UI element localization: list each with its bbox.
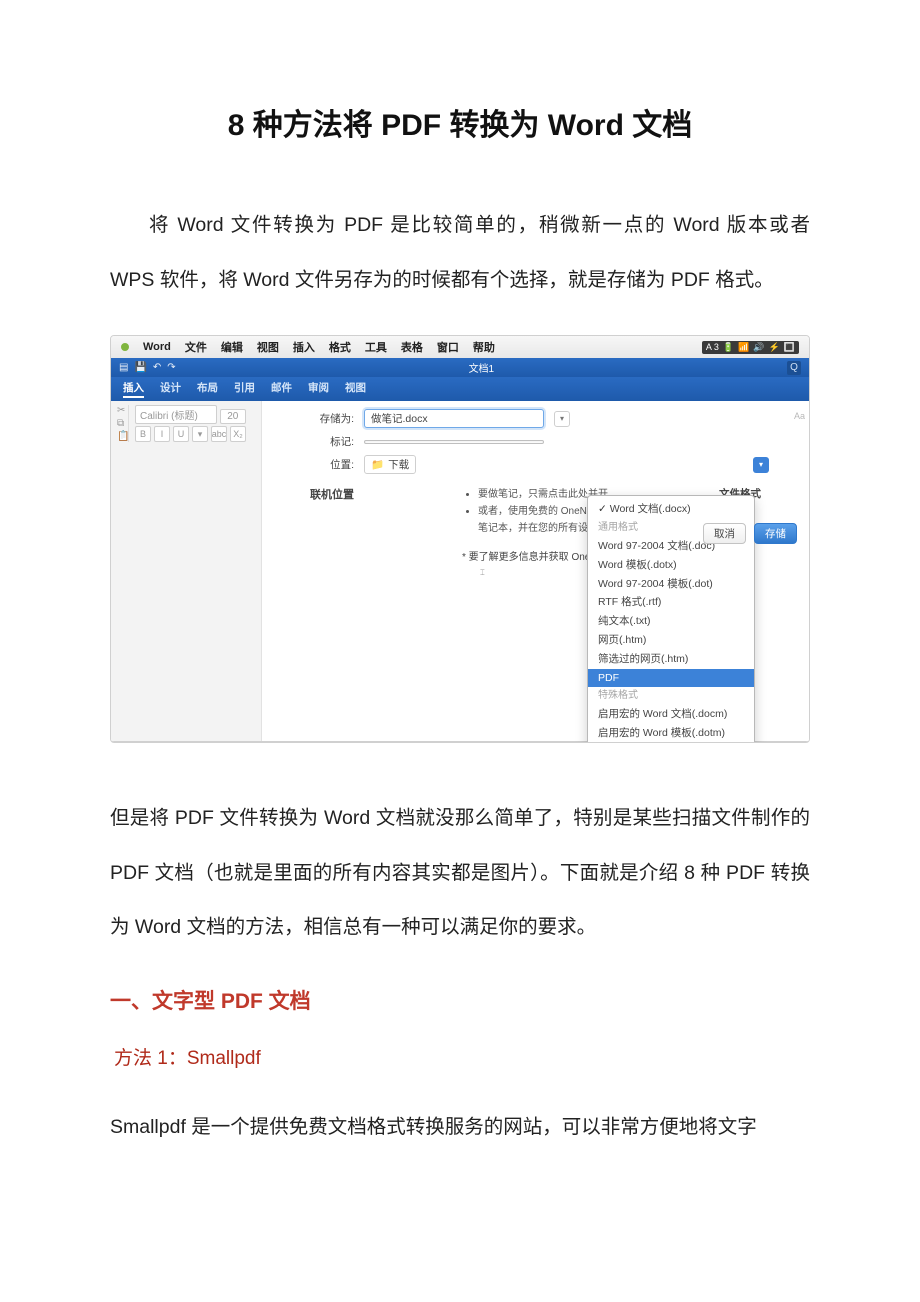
tab-mailings[interactable]: 邮件: [271, 380, 292, 398]
tab-insert[interactable]: 插入: [123, 380, 144, 398]
online-location-heading[interactable]: 联机位置: [302, 486, 462, 580]
ribbon-right-hint: Aa: [794, 411, 805, 421]
location-folder[interactable]: 📁 下载: [364, 455, 416, 474]
method-heading-1: 方法 1：Smallpdf: [114, 1043, 810, 1070]
font-name[interactable]: Calibri (标题): [135, 405, 217, 424]
save-icon[interactable]: 💾: [134, 362, 146, 373]
underline-button[interactable]: U: [173, 426, 189, 442]
apple-icon: [121, 343, 129, 351]
dd-dot[interactable]: Word 97-2004 模板(.dot): [588, 575, 754, 594]
battery-icon: 🔋: [723, 342, 734, 353]
undo-icon[interactable]: ↶: [153, 362, 161, 373]
save-as-input[interactable]: 做笔记.docx: [364, 409, 544, 428]
dd-docm[interactable]: 启用宏的 Word 文档(.docm): [588, 705, 754, 724]
document-title: 文档1: [176, 360, 787, 375]
paragraph-2: 但是将 PDF 文件转换为 Word 文档就没那么简单了，特别是某些扫描文件制作…: [110, 791, 810, 955]
redo-icon[interactable]: ↷: [167, 362, 175, 373]
menu-edit[interactable]: 编辑: [221, 339, 243, 355]
folder-icon: 📁: [371, 458, 384, 471]
ribbon-home-controls: ✂ ⧉ 📋 Calibri (标题) 20 B I U ▾ abc X₂: [111, 401, 261, 741]
doc-icon: ▤: [119, 362, 128, 373]
font-size[interactable]: 20: [220, 409, 246, 424]
copy-icon[interactable]: ⧉: [117, 418, 122, 429]
dd-dotm[interactable]: 启用宏的 Word 模板(.dotm): [588, 724, 754, 743]
menu-tools[interactable]: 工具: [365, 339, 387, 355]
wifi-icon: 📶: [738, 342, 749, 353]
italic-button[interactable]: I: [154, 426, 170, 442]
dd-pdf-selected[interactable]: PDF: [588, 669, 754, 688]
menu-insert[interactable]: 插入: [293, 339, 315, 355]
menu-app-name: Word: [143, 341, 171, 353]
dd-cat-special: 特殊格式: [588, 687, 754, 705]
label-tags: 标记:: [302, 434, 354, 449]
paste-icon[interactable]: 📋: [117, 431, 122, 442]
tab-layout[interactable]: 布局: [197, 380, 218, 398]
expand-icon[interactable]: ▾: [554, 411, 570, 427]
volume-icon: 🔊: [753, 342, 764, 353]
cancel-button[interactable]: 取消: [703, 523, 746, 544]
word-title-bar: ▤ 💾 ↶ ↷ 文档1 Q: [111, 358, 809, 377]
menu-view[interactable]: 视图: [257, 339, 279, 355]
tab-view2[interactable]: 视图: [345, 380, 366, 398]
dd-htm[interactable]: 网页(.htm): [588, 631, 754, 650]
mac-menu-bar: Word 文件 编辑 视图 插入 格式 工具 表格 窗口 帮助 A 3 🔋 📶 …: [111, 336, 809, 358]
menu-tray: A 3 🔋 📶 🔊 ⚡ 🔳: [702, 341, 799, 354]
subscript-button[interactable]: X₂: [230, 426, 246, 442]
tab-references[interactable]: 引用: [234, 380, 255, 398]
bold-button[interactable]: B: [135, 426, 151, 442]
save-button[interactable]: 存储: [754, 523, 797, 544]
menu-format[interactable]: 格式: [329, 339, 351, 355]
tab-design[interactable]: 设计: [160, 380, 181, 398]
menu-help[interactable]: 帮助: [473, 339, 495, 355]
paragraph-1: 将 Word 文件转换为 PDF 是比较简单的，稍微新一点的 Word 版本或者…: [110, 198, 810, 307]
tray-badge: A 3: [706, 342, 719, 352]
tab-review[interactable]: 审阅: [308, 380, 329, 398]
dd-rtf[interactable]: RTF 格式(.rtf): [588, 593, 754, 612]
location-select-icon[interactable]: ▾: [753, 457, 769, 473]
cut-icon[interactable]: ✂: [117, 405, 122, 416]
ribbon-tabs: 插入 设计 布局 引用 邮件 审阅 视图: [111, 377, 809, 401]
menubar-end-icon: 🔳: [784, 342, 795, 353]
font-more-button[interactable]: ▾: [192, 426, 208, 442]
label-location: 位置:: [302, 457, 354, 472]
dd-current[interactable]: Word 文档(.docx): [588, 500, 754, 519]
dd-dotx[interactable]: Word 模板(.dotx): [588, 556, 754, 575]
location-value: 下载: [388, 457, 409, 472]
menu-window[interactable]: 窗口: [437, 339, 459, 355]
menu-file[interactable]: 文件: [185, 339, 207, 355]
dd-htm-filtered[interactable]: 筛选过的网页(.htm): [588, 650, 754, 669]
tags-input[interactable]: [364, 440, 544, 444]
page-title: 8 种方法将 PDF 转换为 Word 文档: [110, 100, 810, 144]
word-search-icon[interactable]: Q: [787, 361, 801, 375]
dd-txt[interactable]: 纯文本(.txt): [588, 612, 754, 631]
menu-table[interactable]: 表格: [401, 339, 423, 355]
paragraph-3: Smallpdf 是一个提供免费文档格式转换服务的网站，可以非常方便地将文字: [110, 1100, 810, 1155]
strike-button[interactable]: abc: [211, 426, 227, 442]
section-heading-1: 一、文字型 PDF 文档: [110, 985, 810, 1015]
word-save-screenshot: Word 文件 编辑 视图 插入 格式 工具 表格 窗口 帮助 A 3 🔋 📶 …: [110, 335, 810, 743]
power-icon: ⚡: [769, 342, 780, 353]
label-save-as: 存储为:: [302, 411, 354, 426]
